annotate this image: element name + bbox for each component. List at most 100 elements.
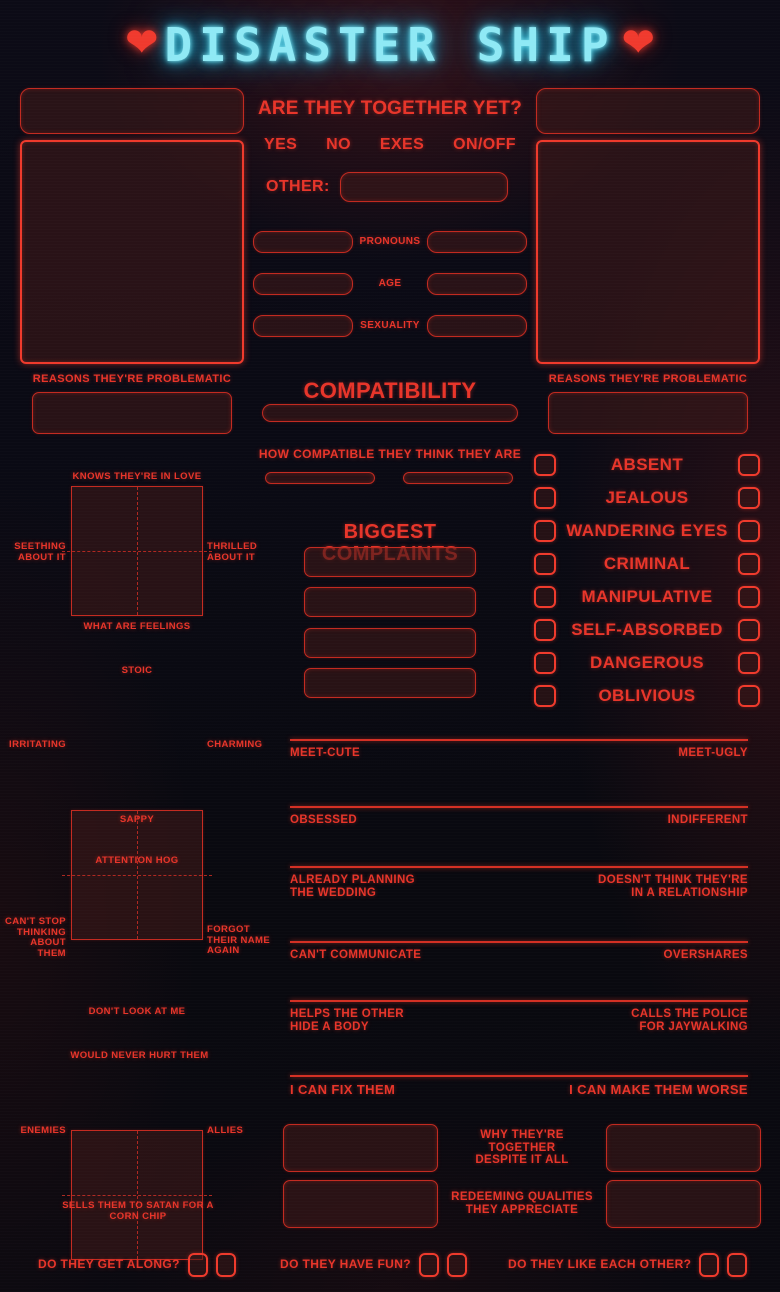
complaint-input-3[interactable]	[304, 628, 476, 658]
spectrum-row-6[interactable]: I CAN FIX THEM I CAN MAKE THEM WORSE	[290, 1075, 748, 1098]
stat-sexuality-left-input[interactable]	[253, 315, 353, 337]
right-problematic-input[interactable]	[548, 392, 748, 434]
trait-row-criminal: CRIMINAL	[534, 547, 760, 580]
stat-age-left-input[interactable]	[253, 273, 353, 295]
stat-sexuality-right-input[interactable]	[427, 315, 527, 337]
spectrum-rule-1[interactable]	[290, 739, 748, 741]
stat-age-label: AGE	[378, 278, 402, 290]
quadrant-1-bottom-label: WHAT ARE FEELINGS	[83, 621, 191, 632]
trait-label-manipulative: MANIPULATIVE	[581, 586, 713, 606]
spectrum-row-2[interactable]: OBSESSED INDIFFERENT	[290, 806, 748, 827]
spectrum-row-3[interactable]: ALREADY PLANNING THE WEDDING DOESN'T THI…	[290, 866, 748, 900]
complaint-input-4[interactable]	[304, 668, 476, 698]
quadrant-1-grid[interactable]	[62, 486, 212, 616]
spectrum-4-right-label: OVERSHARES	[663, 949, 748, 961]
trait-label-absent: ABSENT	[610, 454, 684, 474]
trait-checkbox-right-oblivious[interactable]	[738, 684, 760, 707]
quadrant-1-top-label: KNOWS THEY'RE IN LOVE	[72, 471, 202, 482]
footer-question-like-each-other: DO THEY LIKE EACH OTHER?	[508, 1253, 748, 1277]
spectrum-row-5[interactable]: HELPS THE OTHER HIDE A BODY CALLS THE PO…	[290, 1000, 748, 1034]
complaint-input-1[interactable]	[304, 547, 476, 577]
footer-checkbox-have-fun-left[interactable]	[419, 1253, 440, 1277]
stat-age-right-input[interactable]	[427, 273, 527, 295]
left-character-name-input[interactable]	[20, 88, 244, 134]
spectrum-rule-4[interactable]	[290, 941, 748, 943]
redeeming-qualities-right-input[interactable]	[606, 1180, 761, 1228]
stat-row-pronouns: PRONOUNS	[253, 231, 527, 253]
quadrant-3-top-label: ATTENTION HOG	[95, 855, 179, 866]
trait-checkbox-left-wandering-eyes[interactable]	[534, 519, 556, 542]
quadrant-2-left-label: IRRITATING	[9, 739, 66, 750]
spectrum-rule-5[interactable]	[290, 1000, 748, 1002]
trait-label-self-absorbed: SELF-ABSORBED	[571, 619, 723, 639]
trait-checkbox-left-self-absorbed[interactable]	[534, 618, 556, 641]
trait-label-dangerous: DANGEROUS	[589, 652, 705, 672]
status-option-yes[interactable]: YES	[264, 136, 297, 154]
footer-checkbox-like-each-other-left[interactable]	[699, 1253, 720, 1277]
heart-icon-right: ❤	[621, 21, 656, 65]
quadrant-2-grid[interactable]	[62, 810, 212, 940]
spectrum-rule-2[interactable]	[290, 806, 748, 808]
spectrum-row-4[interactable]: CAN'T COMMUNICATE OVERSHARES	[290, 941, 748, 962]
trait-checkbox-left-jealous[interactable]	[534, 486, 556, 509]
left-problematic-label: REASONS THEY'RE PROBLEMATIC	[32, 373, 232, 385]
trait-label-wandering-eyes: WANDERING EYES	[566, 520, 728, 540]
spectrum-3-right-label: DOESN'T THINK THEY'RE IN A RELATIONSHIP	[598, 874, 748, 899]
trait-checkbox-left-oblivious[interactable]	[534, 684, 556, 707]
right-character-portrait-frame[interactable]	[536, 140, 760, 364]
left-problematic-input[interactable]	[32, 392, 232, 434]
quadrant-4-top-label: WOULD NEVER HURT THEM	[70, 1050, 209, 1061]
status-option-onoff[interactable]: ON/OFF	[453, 136, 516, 154]
trait-checkbox-right-criminal[interactable]	[738, 552, 760, 575]
trait-checkbox-right-jealous[interactable]	[738, 486, 760, 509]
stat-pronouns-label: PRONOUNS	[359, 236, 421, 248]
trait-checkbox-right-dangerous[interactable]	[738, 651, 760, 674]
trait-checkbox-right-self-absorbed[interactable]	[738, 618, 760, 641]
trait-checkbox-right-wandering-eyes[interactable]	[738, 519, 760, 542]
quadrant-3-grid[interactable]	[62, 1130, 212, 1260]
trait-checkbox-left-dangerous[interactable]	[534, 651, 556, 674]
compatibility-bar-input[interactable]	[262, 404, 518, 422]
spectrum-rule-6[interactable]	[290, 1075, 748, 1077]
complaint-input-2[interactable]	[304, 587, 476, 617]
why-together-right-input[interactable]	[606, 1124, 761, 1172]
status-option-no[interactable]: NO	[326, 136, 351, 154]
why-together-row-2: REDEEMING QUALITIES THEY APPRECIATE	[283, 1180, 761, 1228]
stat-pronouns-left-input[interactable]	[253, 231, 353, 253]
footer-checkbox-get-along-right[interactable]	[215, 1253, 236, 1277]
compatibility-think-right-input[interactable]	[403, 472, 513, 484]
trait-row-manipulative: MANIPULATIVE	[534, 580, 760, 613]
redeeming-qualities-left-input[interactable]	[283, 1180, 438, 1228]
stat-pronouns-right-input[interactable]	[427, 231, 527, 253]
quadrant-1-left-label: SEETHING ABOUT IT	[14, 541, 66, 563]
footer-checkbox-like-each-other-right[interactable]	[727, 1253, 748, 1277]
why-together-left-input[interactable]	[283, 1124, 438, 1172]
spectrum-6-right-label: I CAN MAKE THEM WORSE	[569, 1082, 748, 1097]
trait-checkbox-right-absent[interactable]	[738, 453, 760, 476]
why-together-row-1: WHY THEY'RE TOGETHER DESPITE IT ALL	[283, 1124, 761, 1172]
spectrum-rule-3[interactable]	[290, 866, 748, 868]
compatibility-think-left-input[interactable]	[265, 472, 375, 484]
trait-checkbox-right-manipulative[interactable]	[738, 585, 760, 608]
quadrant-3-bottom-label: DON'T LOOK AT ME	[88, 1006, 186, 1017]
page-header: ❤ DISASTER SHIP ❤	[0, 10, 780, 80]
status-options: YES NO EXES ON/OFF	[250, 136, 530, 154]
spectrum-row-1[interactable]: MEET-CUTE MEET-UGLY	[290, 739, 748, 760]
trait-checkbox-left-manipulative[interactable]	[534, 585, 556, 608]
stat-row-sexuality: SEXUALITY	[253, 315, 527, 337]
trait-checklist: ABSENT JEALOUS WANDERING EYES CRIMINAL M…	[534, 448, 760, 712]
left-character-portrait-frame[interactable]	[20, 140, 244, 364]
footer-checkbox-have-fun-right[interactable]	[447, 1253, 468, 1277]
trait-row-dangerous: DANGEROUS	[534, 646, 760, 679]
footer-label-get-along: DO THEY GET ALONG?	[38, 1257, 180, 1272]
trait-checkbox-left-criminal[interactable]	[534, 552, 556, 575]
right-character-name-input[interactable]	[536, 88, 760, 134]
status-option-exes[interactable]: EXES	[380, 136, 424, 154]
status-other-input[interactable]	[339, 172, 508, 202]
trait-checkbox-left-absent[interactable]	[534, 453, 556, 476]
spectrum-5-right-label: CALLS THE POLICE FOR JAYWALKING	[631, 1008, 748, 1033]
footer-checkbox-get-along-left[interactable]	[187, 1253, 208, 1277]
footer-question-have-fun: DO THEY HAVE FUN?	[280, 1253, 468, 1277]
status-question: ARE THEY TOGETHER YET?	[257, 98, 523, 119]
quadrant-2-horizontal-axis	[62, 875, 212, 876]
